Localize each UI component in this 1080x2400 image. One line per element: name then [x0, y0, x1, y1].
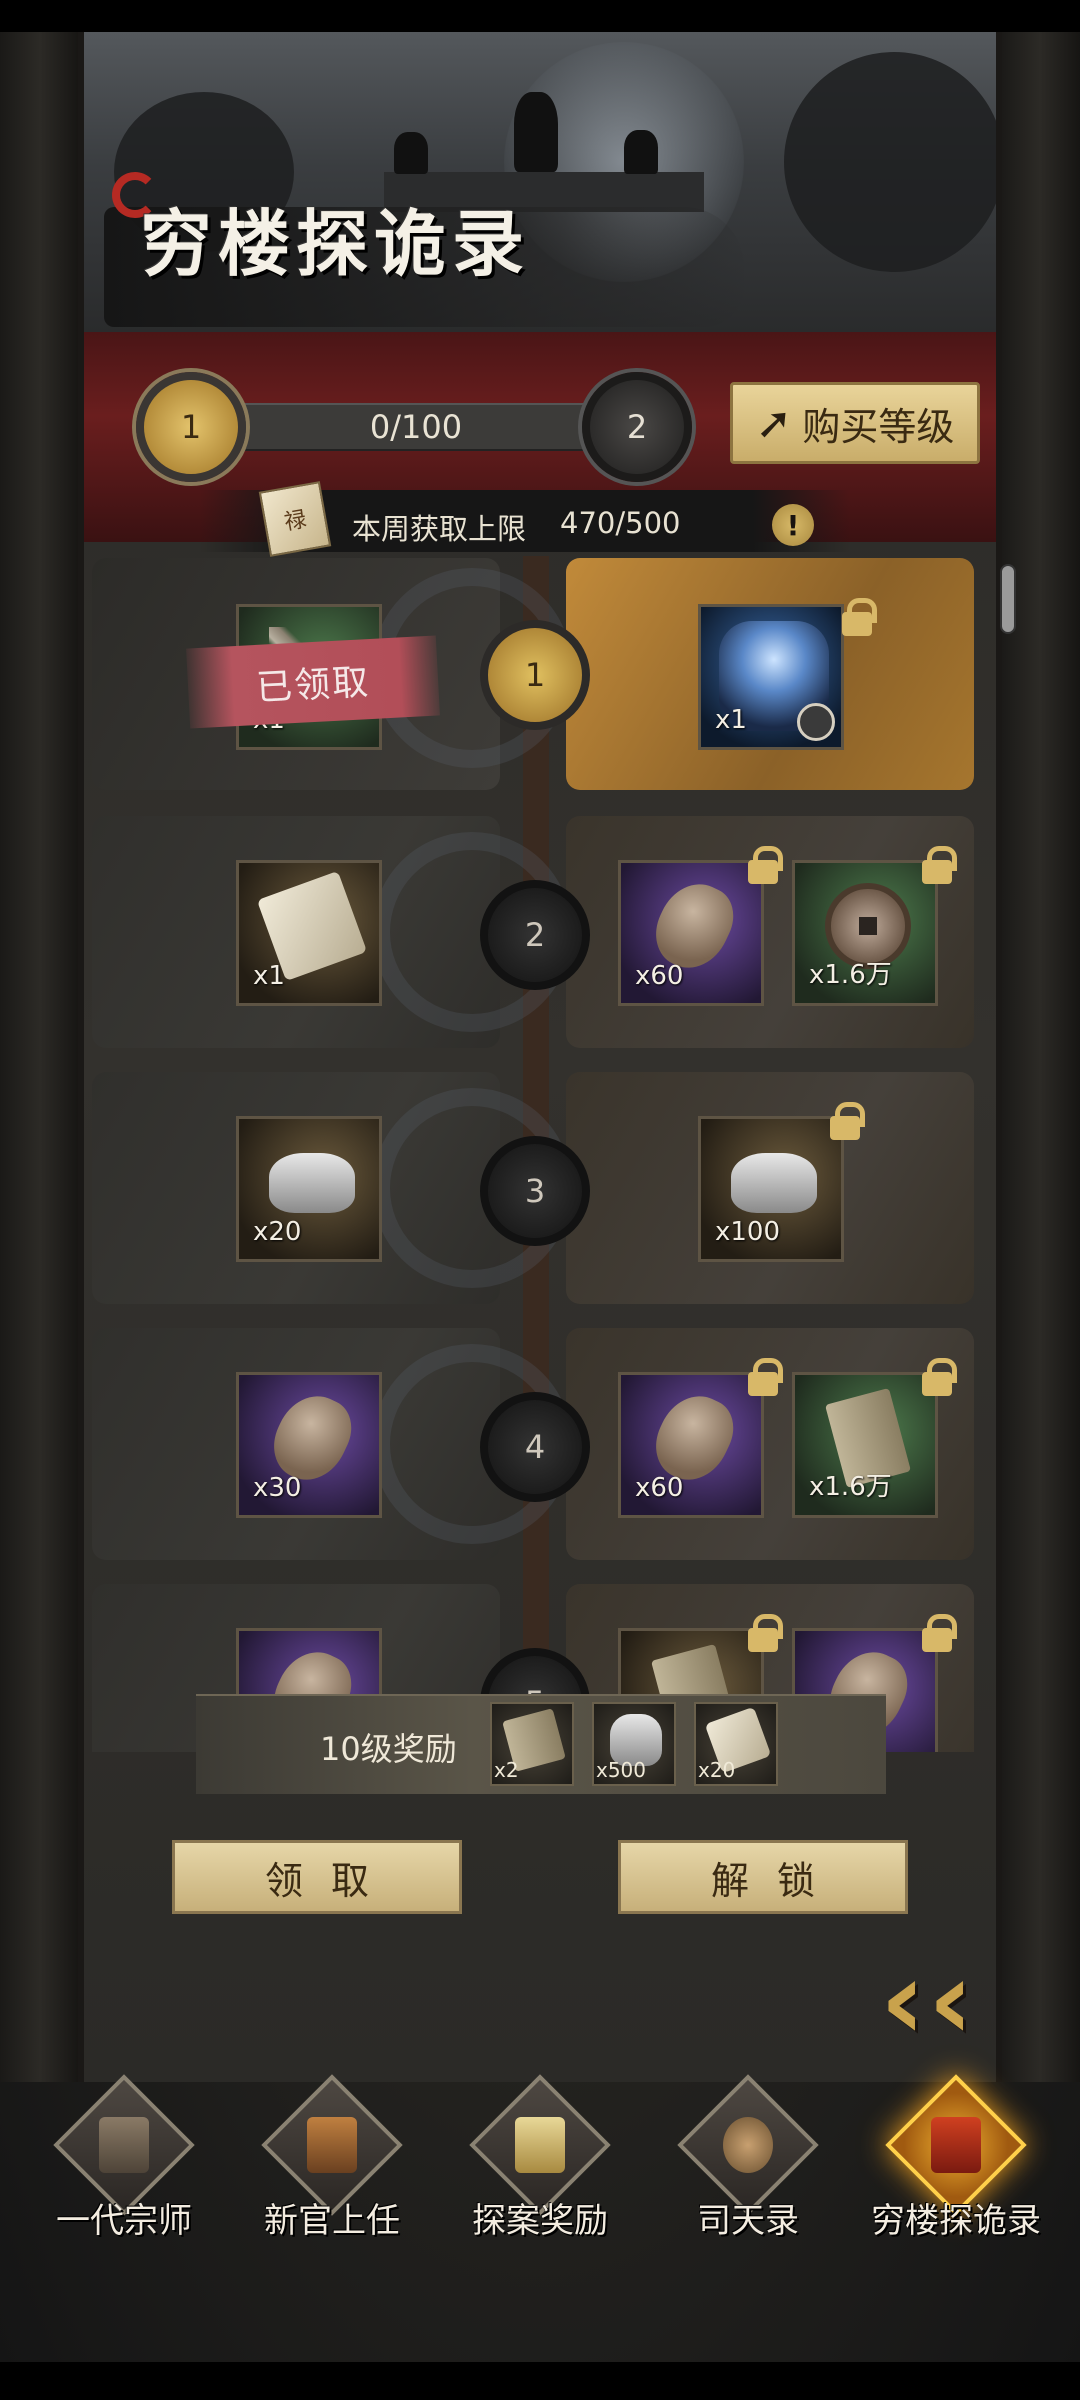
reward-item[interactable]: x1.6万 [792, 1372, 938, 1518]
horse-statue-icon [307, 2117, 357, 2173]
nav-item-new-official[interactable]: 新官上任 [237, 2074, 427, 2245]
item-quantity: x60 [635, 1473, 684, 1503]
progress-text: 0/100 [369, 408, 463, 446]
paid-reward-cell[interactable]: x100 [566, 1072, 974, 1304]
reward-item[interactable]: x30 [236, 1372, 382, 1518]
paid-reward-cell[interactable]: x60 x1.6万 [566, 816, 974, 1048]
figure-silhouette [514, 92, 558, 172]
reward-item[interactable]: x100 [698, 1116, 844, 1262]
left-pillar [0, 32, 80, 2082]
figure-silhouette [624, 130, 658, 174]
free-reward-cell[interactable]: x30 [92, 1328, 572, 1560]
astrolabe-icon [723, 2117, 773, 2173]
reward-item[interactable]: x60 [618, 1372, 764, 1518]
level-progress-bar: 0/100 [236, 403, 596, 451]
free-reward-cell[interactable]: x1 已领取 [92, 558, 572, 790]
nav-label: 一代宗师 [56, 2201, 192, 2241]
weekly-limit-value: 470/500 [560, 506, 681, 540]
level-node: 2 [480, 880, 590, 990]
costume-badge-icon [797, 703, 835, 741]
item-quantity: x20 [253, 1217, 302, 1247]
figure-silhouette [394, 132, 428, 174]
nav-item-qionglou[interactable]: 穷楼探诡录 [861, 2074, 1051, 2245]
free-reward-cell[interactable]: x20 [92, 1072, 572, 1304]
nav-label: 探案奖励 [472, 2201, 608, 2241]
unlock-button[interactable]: 解锁 [618, 1840, 908, 1914]
lock-icon [920, 1614, 957, 1652]
next-level-badge: 2 [582, 372, 692, 482]
lock-icon [920, 1358, 957, 1396]
paid-reward-cell[interactable]: x1 [566, 558, 974, 790]
level10-item[interactable]: x500 [592, 1702, 676, 1786]
scrollbar[interactable] [1000, 564, 1016, 634]
item-quantity: x500 [596, 1758, 647, 1782]
claim-button[interactable]: 领取 [172, 1840, 462, 1914]
collapse-arrow-icon[interactable]: ‹ ‹ [880, 1945, 1030, 2055]
pagoda-icon [931, 2117, 981, 2173]
buy-level-button[interactable]: ➚ 购买等级 [730, 382, 980, 464]
lock-icon [746, 846, 783, 884]
item-quantity: x1 [715, 705, 747, 735]
right-pillar [1000, 32, 1080, 2082]
buy-level-label: 购买等级 [802, 404, 955, 449]
reward-item[interactable]: x60 [618, 860, 764, 1006]
item-quantity: x100 [715, 1217, 781, 1247]
current-level-badge: 1 [136, 372, 246, 482]
level10-label: 10级奖励 [320, 1730, 457, 1768]
weekly-limit-label: 本周获取上限 [352, 512, 527, 546]
scroll-icon: 禄 [258, 481, 332, 557]
item-quantity: x30 [253, 1473, 302, 1503]
treasure-box-icon [515, 2117, 565, 2173]
nav-label: 穷楼探诡录 [871, 2201, 1041, 2241]
up-arrow-icon: ➚ [755, 397, 793, 449]
item-quantity: x1 [253, 961, 285, 991]
level-node: 3 [480, 1136, 590, 1246]
bottom-nav: 一代宗师 新官上任 探案奖励 司天录 穷楼探诡录 [0, 2074, 1080, 2245]
lock-icon [840, 598, 877, 636]
lock-icon [828, 1102, 865, 1140]
system-nav-bar [0, 2362, 1080, 2400]
item-quantity: x2 [494, 1758, 519, 1782]
silver-ingot-icon [731, 1153, 817, 1213]
status-bar [0, 0, 1080, 32]
item-quantity: x20 [698, 1758, 736, 1782]
item-quantity: x1.6万 [809, 1472, 892, 1502]
reward-item[interactable]: x1 [236, 860, 382, 1006]
lock-icon [920, 846, 957, 884]
nav-item-sky-record[interactable]: 司天录 [653, 2074, 843, 2245]
level10-item[interactable]: x2 [490, 1702, 574, 1786]
nav-item-grandmaster[interactable]: 一代宗师 [29, 2074, 219, 2245]
wooden-dummy-icon [99, 2117, 149, 2173]
free-reward-cell[interactable]: x1 [92, 816, 572, 1048]
tree-silhouette [784, 52, 996, 272]
item-quantity: x1.6万 [809, 960, 892, 990]
nav-label: 司天录 [697, 2201, 799, 2241]
reward-list[interactable]: x1 已领取 x1 1 x1 x60 x1.6万 2 [92, 556, 982, 1752]
lock-icon [746, 1614, 783, 1652]
lock-icon [746, 1358, 783, 1396]
info-icon[interactable]: ! [772, 504, 814, 546]
claimed-stamp: 已领取 [186, 635, 440, 729]
nav-item-case-rewards[interactable]: 探案奖励 [445, 2074, 635, 2245]
item-quantity: x60 [635, 961, 684, 991]
reward-item[interactable]: x1 [698, 604, 844, 750]
level-node: 4 [480, 1392, 590, 1502]
page-title: 穷楼探诡录 [140, 201, 531, 286]
silver-ingot-icon [269, 1153, 355, 1213]
reward-item[interactable]: x20 [236, 1116, 382, 1262]
reward-item[interactable]: x1.6万 [792, 860, 938, 1006]
level-node: 1 [480, 620, 590, 730]
paid-reward-cell[interactable]: x60 x1.6万 [566, 1328, 974, 1560]
nav-label: 新官上任 [264, 2201, 400, 2241]
scroll-glyph: 禄 [282, 507, 309, 536]
level10-item[interactable]: x20 [694, 1702, 778, 1786]
